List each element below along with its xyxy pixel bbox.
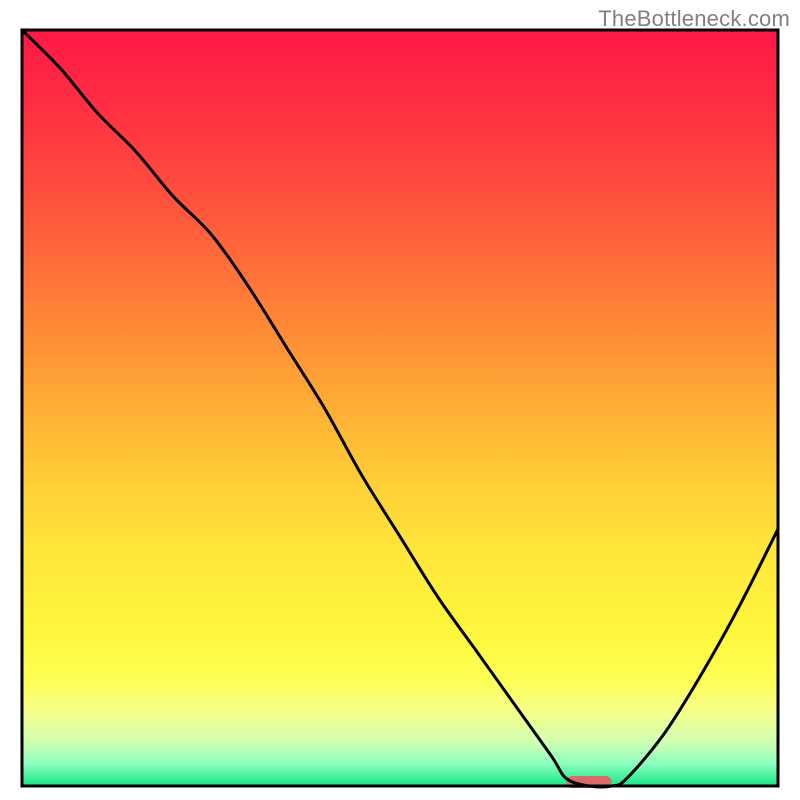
chart-background (22, 30, 778, 786)
chart-container: TheBottleneck.com (0, 0, 800, 800)
watermark-text: TheBottleneck.com (598, 6, 790, 32)
bottleneck-chart (0, 0, 800, 800)
